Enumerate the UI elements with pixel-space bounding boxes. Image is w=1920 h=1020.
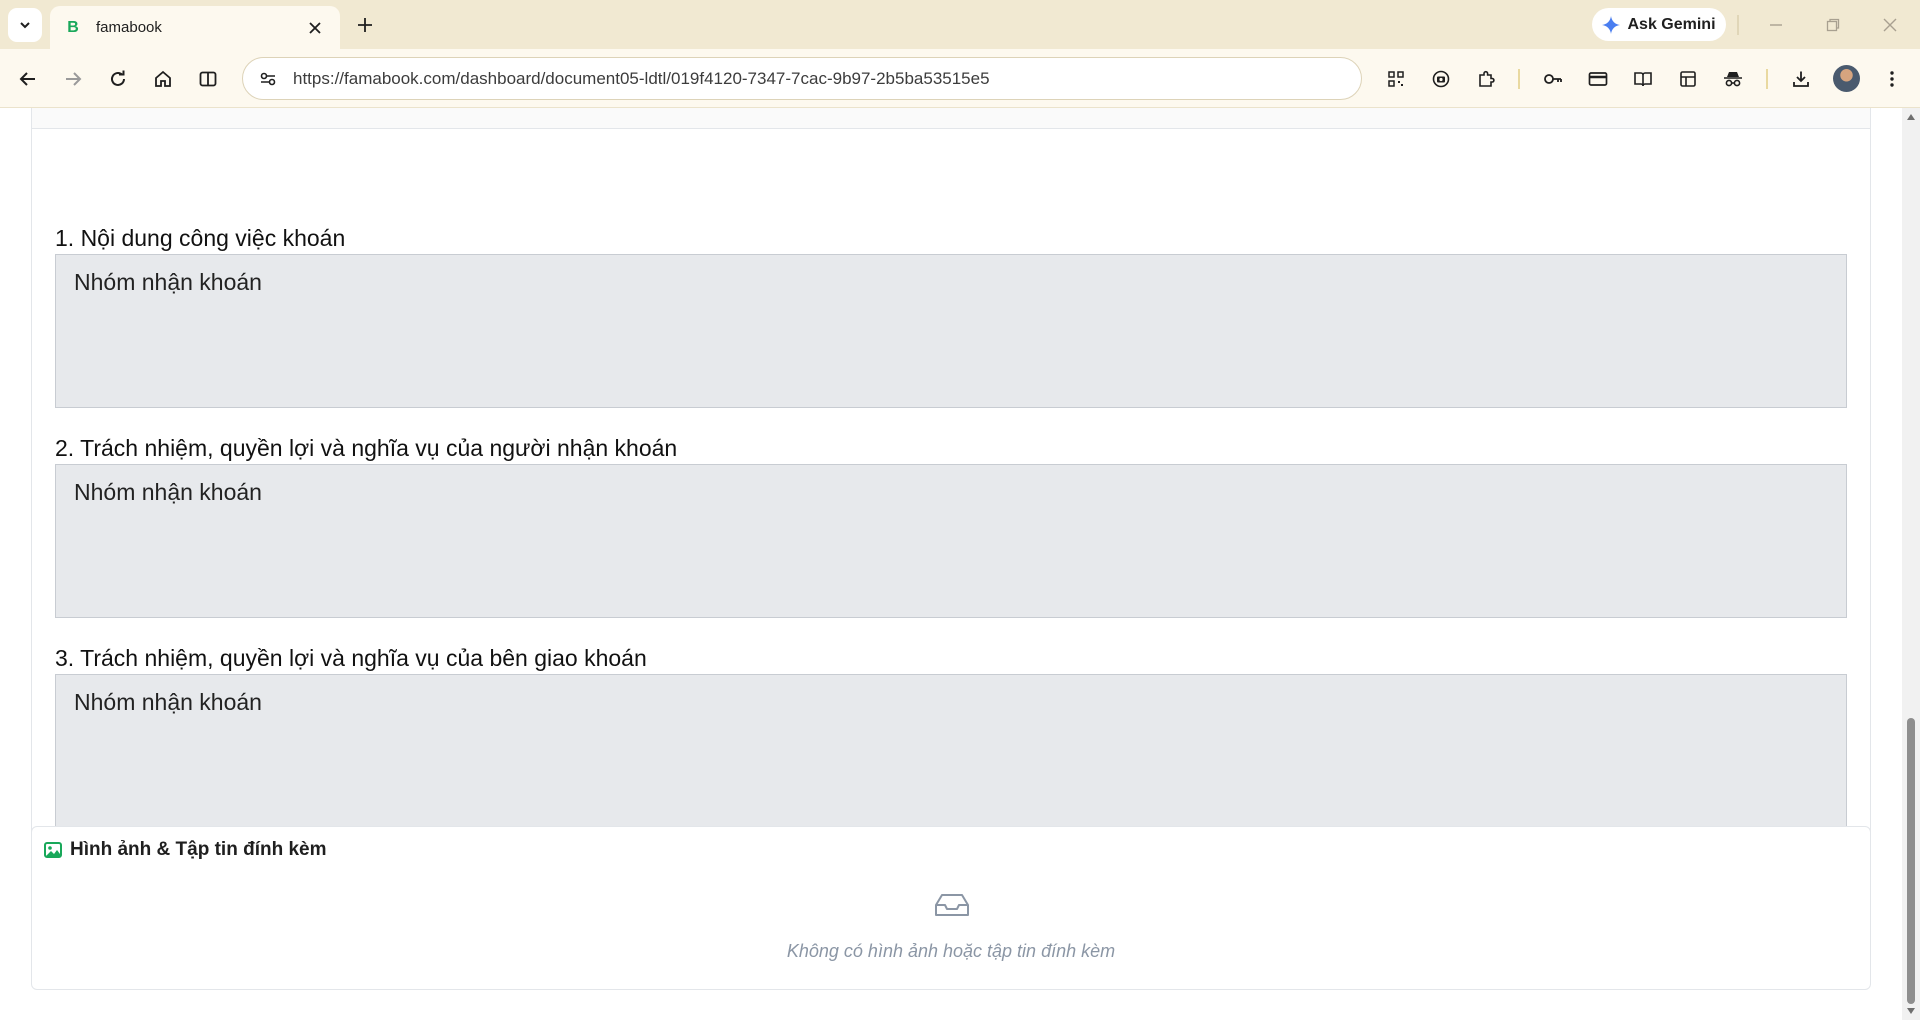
qr-code-icon [1388, 71, 1404, 87]
address-bar[interactable]: https://famabook.com/dashboard/document0… [242, 57, 1362, 100]
page-viewport: 1. Nội dung công việc khoán Nhóm nhận kh… [0, 108, 1902, 1020]
reading-mode-button[interactable] [1627, 63, 1659, 95]
attachments-title: Hình ảnh & Tập tin đính kèm [70, 839, 327, 860]
close-icon [1883, 18, 1897, 32]
toolbar-divider [1766, 69, 1768, 89]
qr-code-button[interactable] [1380, 63, 1412, 95]
back-button[interactable] [12, 63, 44, 95]
restore-icon [1826, 18, 1840, 32]
ask-gemini-button[interactable]: Ask Gemini [1592, 8, 1726, 41]
inbox-icon [935, 894, 969, 916]
split-view-icon [199, 71, 217, 87]
empty-inbox-icon [934, 891, 970, 919]
site-info-button[interactable] [247, 57, 289, 100]
profile-avatar[interactable] [1833, 65, 1860, 92]
tab-close-button[interactable] [304, 17, 326, 39]
famabook-favicon-icon: B [67, 18, 79, 36]
close-window-button[interactable] [1877, 12, 1903, 38]
site-info-icon [260, 72, 276, 85]
section-2-textarea[interactable]: Nhóm nhận khoán [55, 464, 1847, 618]
incognito-icon [1724, 72, 1742, 87]
browser-menu-button[interactable] [1876, 63, 1908, 95]
page-scrollbar[interactable] [1902, 108, 1920, 1020]
new-tab-button[interactable] [352, 12, 378, 38]
reload-button[interactable] [102, 63, 134, 95]
tab-groups-button[interactable] [1672, 63, 1704, 95]
camera-icon [1432, 70, 1450, 88]
url-text: https://famabook.com/dashboard/document0… [293, 68, 990, 88]
attachments-card: Hình ảnh & Tập tin đính kèm Không có hìn… [31, 826, 1871, 990]
card-header [32, 108, 1870, 129]
forward-button[interactable] [57, 63, 89, 95]
divider [1737, 15, 1739, 35]
scroll-down-button[interactable] [1906, 1006, 1916, 1016]
passwords-button[interactable] [1537, 63, 1569, 95]
contract-details-card: 1. Nội dung công việc khoán Nhóm nhận kh… [31, 108, 1871, 913]
split-view-button[interactable] [192, 63, 224, 95]
section-1-textarea[interactable]: Nhóm nhận khoán [55, 254, 1847, 408]
restore-button[interactable] [1820, 12, 1846, 38]
download-icon [1793, 71, 1809, 87]
downloads-button[interactable] [1785, 63, 1817, 95]
chevron-down-icon [20, 22, 30, 29]
section-1-label: 1. Nội dung công việc khoán [55, 225, 346, 251]
book-icon [1634, 72, 1652, 87]
section-3-textarea[interactable]: Nhóm nhận khoán [55, 674, 1847, 828]
minimize-button[interactable] [1763, 12, 1789, 38]
credit-card-icon [1588, 72, 1608, 86]
more-vertical-icon [1890, 71, 1894, 87]
payment-methods-button[interactable] [1582, 63, 1614, 95]
screenshot-button[interactable] [1425, 63, 1457, 95]
scroll-up-button[interactable] [1906, 112, 1916, 122]
arrow-right-icon [66, 72, 82, 86]
home-icon [155, 70, 171, 87]
browser-tab-active[interactable]: B famabook [50, 6, 340, 49]
attachments-heading: Hình ảnh & Tập tin đính kèm [44, 839, 327, 861]
triangle-down-icon [1907, 1008, 1915, 1014]
table-icon [1680, 71, 1696, 87]
browser-toolbar: https://famabook.com/dashboard/document0… [0, 49, 1920, 108]
toolbar-divider [1518, 69, 1520, 89]
browser-tab-strip: B famabook Ask Gemini [0, 0, 1920, 49]
arrow-left-icon [19, 72, 35, 86]
incognito-button[interactable] [1717, 63, 1749, 95]
reload-icon [111, 70, 125, 86]
minimize-icon [1770, 24, 1782, 26]
key-icon [1544, 74, 1562, 84]
ask-gemini-label: Ask Gemini [1627, 15, 1716, 33]
triangle-up-icon [1907, 114, 1915, 120]
close-icon [309, 21, 321, 34]
extensions-button[interactable] [1470, 63, 1502, 95]
scrollbar-thumb[interactable] [1907, 718, 1915, 1004]
gemini-sparkle-icon [1602, 15, 1621, 34]
empty-attachments-text: Không có hình ảnh hoặc tập tin đính kèm [786, 941, 1116, 961]
tab-search-button[interactable] [8, 8, 42, 42]
plus-icon [358, 18, 372, 32]
puzzle-icon [1479, 70, 1495, 87]
section-2-label: 2. Trách nhiệm, quyền lợi và nghĩa vụ củ… [55, 435, 678, 461]
home-button[interactable] [147, 63, 179, 95]
section-3-label: 3. Trách nhiệm, quyền lợi và nghĩa vụ củ… [55, 645, 647, 671]
tab-title: famabook [96, 19, 162, 36]
image-icon [44, 842, 62, 858]
